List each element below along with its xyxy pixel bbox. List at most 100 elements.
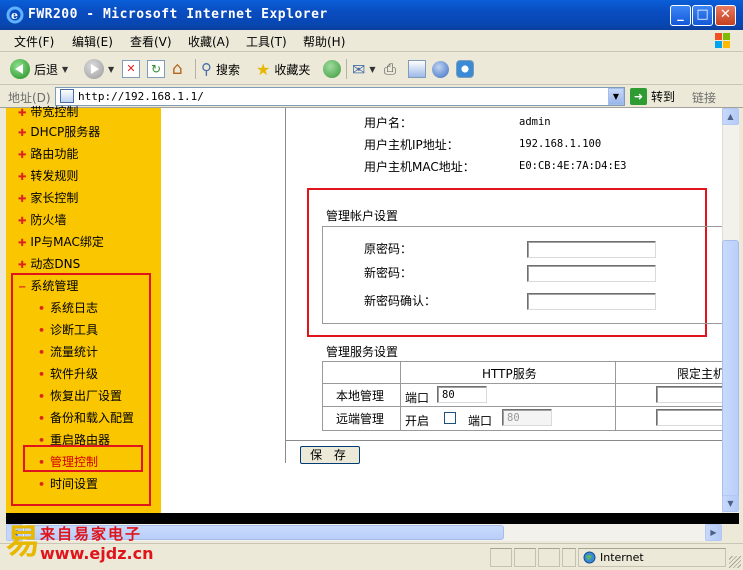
col-http: HTTP服务 xyxy=(482,367,537,381)
forward-dropdown-icon[interactable]: ▼ xyxy=(108,65,114,74)
globe-icon xyxy=(583,551,596,564)
minimize-button[interactable]: _ xyxy=(670,5,691,26)
mail-button[interactable]: ✉ ▼ xyxy=(352,57,376,81)
menu-edit[interactable]: 编辑(E) xyxy=(72,33,113,50)
go-button[interactable]: ➜ 转到 xyxy=(630,88,675,105)
sidebar-item-dhcp[interactable]: ✚ DHCP服务器 xyxy=(18,123,100,140)
sidebar-item-ipmac[interactable]: ✚ IP与MAC绑定 xyxy=(18,233,104,250)
page-icon xyxy=(60,89,74,103)
table-row-divider xyxy=(322,383,722,384)
panel-bottom-border xyxy=(285,440,722,441)
svg-text:e: e xyxy=(11,9,18,22)
address-url[interactable]: http://192.168.1.1/ xyxy=(78,90,204,103)
status-cell xyxy=(562,548,576,567)
new-password-input[interactable] xyxy=(527,265,656,282)
user-label: 用户名： xyxy=(364,116,413,130)
local-port-input[interactable]: 80 xyxy=(437,386,487,403)
menu-view[interactable]: 查看(V) xyxy=(130,33,172,50)
messenger-button[interactable] xyxy=(456,57,474,81)
mac-value: E0:CB:4E:7A:D4:E3 xyxy=(519,160,627,172)
local-admin-label: 本地管理 xyxy=(336,389,385,403)
scroll-down-icon[interactable]: ▼ xyxy=(722,495,739,512)
printer-icon: ⎙ xyxy=(384,60,397,78)
status-cell xyxy=(514,548,536,567)
back-label: 后退 xyxy=(34,62,59,77)
watermark-logo: 易 xyxy=(6,522,40,562)
refresh-icon: ↻ xyxy=(147,60,165,78)
windows-logo-icon xyxy=(715,33,730,48)
resize-grip-icon[interactable] xyxy=(729,556,741,568)
zone-label: Internet xyxy=(600,551,644,564)
print-button[interactable]: ⎙ xyxy=(384,57,396,81)
watermark-line1: 来自易家电子 xyxy=(40,525,143,543)
status-cell xyxy=(538,548,560,567)
go-label: 转到 xyxy=(651,90,676,104)
back-button[interactable]: 后退 ▼ xyxy=(10,57,68,81)
refresh-button[interactable]: ↻ xyxy=(147,57,165,81)
scroll-up-icon[interactable]: ▲ xyxy=(722,108,739,125)
edit-button[interactable] xyxy=(408,57,426,81)
confirm-password-input[interactable] xyxy=(527,293,656,310)
discuss-icon xyxy=(432,60,449,78)
panel-left-border xyxy=(285,108,286,463)
local-limit-host-input[interactable] xyxy=(656,386,726,403)
table-row-divider xyxy=(322,406,722,407)
sidebar-item-parental[interactable]: ✚ 家长控制 xyxy=(18,189,78,206)
history-icon xyxy=(323,60,341,78)
go-arrow-icon: ➜ xyxy=(630,88,647,105)
sidebar-item-forwarding[interactable]: ✚ 转发规则 xyxy=(18,167,78,184)
old-password-label: 原密码： xyxy=(364,242,413,256)
sidebar-item-firewall[interactable]: ✚ 防火墙 xyxy=(18,211,66,228)
address-dropdown-icon[interactable]: ▼ xyxy=(608,88,624,105)
back-dropdown-icon[interactable]: ▼ xyxy=(62,65,68,74)
remote-enable-checkbox[interactable] xyxy=(444,412,456,424)
maximize-button[interactable]: □ xyxy=(692,5,713,26)
scroll-right-icon[interactable]: ▶ xyxy=(705,524,722,541)
account-section-title: 管理帐户设置 xyxy=(326,209,399,223)
table-col-divider xyxy=(615,361,616,431)
vertical-scroll-thumb[interactable] xyxy=(722,240,739,512)
messenger-icon xyxy=(456,60,474,78)
home-button[interactable]: ⌂ xyxy=(172,57,183,81)
mail-icon: ✉ xyxy=(352,59,366,79)
table-col-divider xyxy=(400,361,401,431)
remote-port-input[interactable]: 80 xyxy=(502,409,552,426)
address-bar: 地址(D) http://192.168.1.1/ ▼ ➜ 转到 链接 xyxy=(0,86,743,108)
confirm-password-label: 新密码确认： xyxy=(364,294,437,308)
mac-label: 用户主机MAC地址： xyxy=(364,160,475,174)
enable-label: 开启 xyxy=(405,414,430,428)
sidebar-item-routing[interactable]: ✚ 路由功能 xyxy=(18,145,78,162)
highlight-admin-item xyxy=(23,445,143,472)
col-limit-host: 限定主机 xyxy=(677,367,726,381)
menu-help[interactable]: 帮助(H) xyxy=(303,33,345,50)
zone-indicator: Internet xyxy=(578,548,726,567)
discuss-button[interactable] xyxy=(432,57,449,81)
star-icon: ★ xyxy=(256,59,271,79)
forward-button[interactable]: ▼ xyxy=(84,57,114,81)
menu-tools[interactable]: 工具(T) xyxy=(246,33,287,50)
sidebar-item-ddns[interactable]: ✚ 动态DNS xyxy=(18,255,80,272)
search-button[interactable]: ⚲ 搜索 xyxy=(201,57,240,81)
remote-admin-label: 远端管理 xyxy=(336,412,385,426)
save-button[interactable]: 保 存 xyxy=(300,446,360,464)
mail-dropdown-icon[interactable]: ▼ xyxy=(369,65,375,74)
menu-favorites[interactable]: 收藏(A) xyxy=(188,33,230,50)
stop-button[interactable]: ✕ xyxy=(122,57,140,81)
user-value: admin xyxy=(519,116,551,128)
home-icon: ⌂ xyxy=(172,59,183,79)
old-password-input[interactable] xyxy=(527,241,656,258)
links-label[interactable]: 链接 xyxy=(692,89,716,106)
sidebar-item-bandwidth[interactable]: ✚ 带宽控制 xyxy=(18,103,78,120)
favorites-button[interactable]: ★ 收藏夹 xyxy=(256,57,310,81)
menu-file[interactable]: 文件(F) xyxy=(14,33,54,50)
remote-limit-host-input[interactable] xyxy=(656,409,726,426)
menu-bar: 文件(F) 编辑(E) 查看(V) 收藏(A) 工具(T) 帮助(H) xyxy=(0,30,743,52)
service-section-title: 管理服务设置 xyxy=(326,345,399,359)
edit-icon xyxy=(408,60,426,78)
local-port-label: 端口 xyxy=(405,391,430,405)
status-cell xyxy=(490,548,512,567)
new-password-label: 新密码： xyxy=(364,266,413,280)
close-button[interactable]: ✕ xyxy=(715,5,736,26)
back-arrow-icon xyxy=(10,59,30,79)
history-button[interactable] xyxy=(323,57,341,81)
